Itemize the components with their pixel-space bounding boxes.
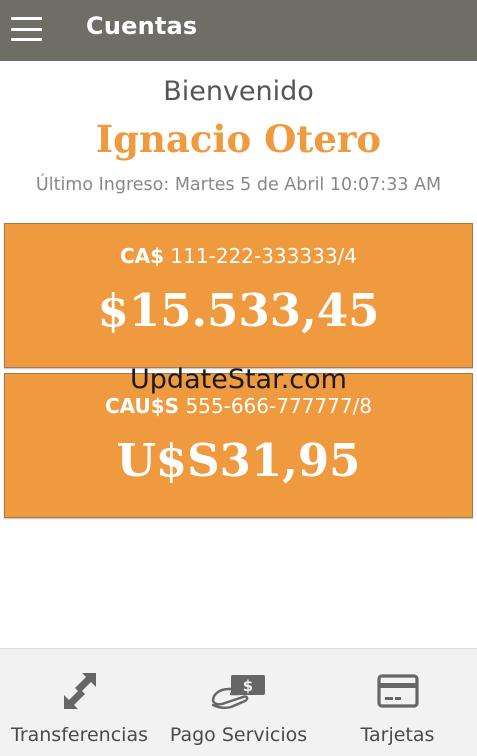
page-title: Cuentas [86,12,198,40]
account-balance: U$S31,95 [116,434,361,487]
hand-with-money-icon: $ [209,671,269,711]
transfer-arrows-icon [50,671,110,711]
svg-text:$: $ [242,677,252,695]
nav-item-pago-servicios[interactable]: $ Pago Servicios [159,649,318,756]
account-card-ars[interactable]: CA$ 111-222-333333/4 $15.533,45 [4,223,473,368]
account-balance: $15.533,45 [97,284,380,337]
bottom-navigation: Transferencias $ Pago Servicios Tarjetas [0,648,477,756]
account-number: 555-666-777777/8 [185,394,373,418]
nav-item-transferencias[interactable]: Transferencias [0,649,159,756]
nav-label: Tarjetas [360,724,435,746]
account-type: CA$ [119,244,165,268]
user-name: Ignacio Otero [95,117,382,161]
top-app-bar: Cuentas [0,0,477,61]
account-number: 111-222-333333/4 [170,244,358,268]
credit-card-icon [368,671,428,711]
welcome-greeting: Bienvenido [163,76,314,107]
nav-item-tarjetas[interactable]: Tarjetas [318,649,477,756]
nav-label: Pago Servicios [169,724,308,746]
nav-label: Transferencias [11,724,148,746]
last-login-text: Último Ingreso: Martes 5 de Abril 10:07:… [35,175,442,195]
app-screen: Cuentas Bienvenido Ignacio Otero Último … [0,0,477,756]
account-identifier: CAU$S 555-666-777777/8 [5,394,472,418]
hamburger-menu-icon[interactable] [11,17,42,41]
account-type: CAU$S [104,394,180,418]
account-identifier: CA$ 111-222-333333/4 [5,244,472,268]
account-card-usd[interactable]: CAU$S 555-666-777777/8 U$S31,95 [4,373,473,518]
